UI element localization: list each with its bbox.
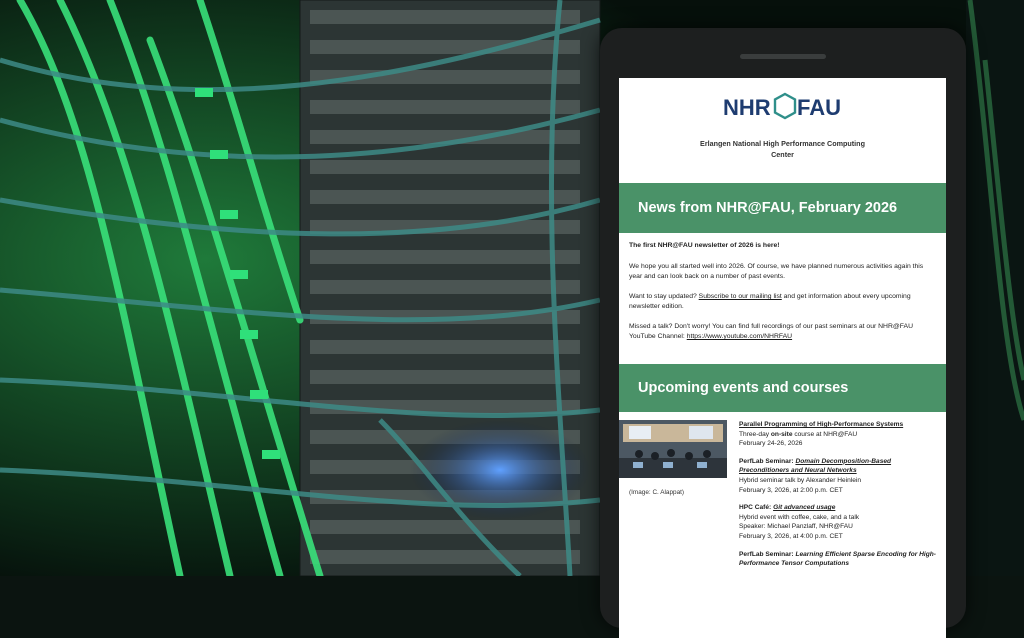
event-date: February 24-26, 2026 xyxy=(739,440,803,448)
organization-name: Erlangen National High Performance Compu… xyxy=(700,139,865,159)
youtube-paragraph: Missed a talk? Don't worry! You can find… xyxy=(629,322,936,342)
subscribe-link[interactable]: Subscribe to our mailing list xyxy=(699,293,782,300)
event-title: PerfLab Seminar: Learning Efficient Spar… xyxy=(739,550,936,568)
event-title-link[interactable]: Parallel Programming of High-Performance… xyxy=(739,420,938,430)
news-heading: News from NHR@FAU, February 2026 xyxy=(638,200,898,216)
svg-text:NHR: NHR xyxy=(723,95,771,120)
event-title: PerfLab Seminar: Domain Decomposition-Ba… xyxy=(739,457,892,475)
event-list: Parallel Programming of High-Performance… xyxy=(739,420,946,569)
photo-caption: (Image: C. Alappat) xyxy=(629,489,685,496)
nhr-fau-logo: NHR FAU xyxy=(723,90,845,124)
event-speaker: Speaker: Michael Panzlaff, NHR@FAU xyxy=(739,523,853,531)
intro-paragraph: We hope you all started well into 2026. … xyxy=(629,263,924,280)
events-heading: Upcoming events and courses xyxy=(638,380,849,396)
event-item: HPC Café: Git advanced usage Hybrid even… xyxy=(739,503,938,541)
seminar-photo xyxy=(619,420,727,478)
event-date: February 3, 2026, at 4:00 p.m. CET xyxy=(739,532,843,540)
event-title-link[interactable]: Git advanced usage xyxy=(773,504,835,511)
mailing-list-paragraph: Want to stay updated? Subscribe to our m… xyxy=(629,292,936,312)
phone-speaker xyxy=(740,54,826,59)
mailing-text-start: Want to stay updated? xyxy=(629,293,699,300)
event-format: Hybrid event with coffee, cake, and a ta… xyxy=(739,513,860,521)
events-heading-banner: Upcoming events and courses xyxy=(619,364,946,412)
news-heading-banner: News from NHR@FAU, February 2026 xyxy=(619,183,946,233)
intro-section: The first NHR@FAU newsletter of 2026 is … xyxy=(619,233,946,364)
newsletter-screen[interactable]: NHR FAU Erlangen National High Performan… xyxy=(619,78,946,638)
event-format: Three-day on-site course at NHR@FAU xyxy=(739,430,858,438)
svg-text:FAU: FAU xyxy=(797,95,841,120)
phone-mockup: NHR FAU Erlangen National High Performan… xyxy=(600,28,966,638)
event-format: Hybrid seminar talk by Alexander Heinlei… xyxy=(739,476,862,484)
event-item: PerfLab Seminar: Domain Decomposition-Ba… xyxy=(739,457,938,495)
event-title: HPC Café: Git advanced usage xyxy=(739,504,836,512)
newsletter-header: NHR FAU Erlangen National High Performan… xyxy=(619,78,946,183)
events-section: (Image: C. Alappat) Parallel Programming… xyxy=(619,412,946,569)
event-date: February 3, 2026, at 2:00 p.m. CET xyxy=(739,486,843,494)
youtube-link[interactable]: https://www.youtube.com/NHRFAU xyxy=(687,333,792,340)
event-item: PerfLab Seminar: Learning Efficient Spar… xyxy=(739,550,938,569)
intro-lead: The first NHR@FAU newsletter of 2026 is … xyxy=(629,242,780,249)
event-item: Parallel Programming of High-Performance… xyxy=(739,420,938,449)
